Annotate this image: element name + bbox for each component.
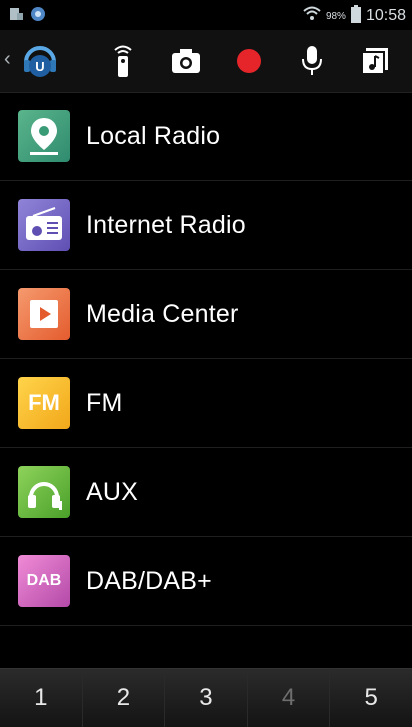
menu-item-dab[interactable]: DAB DAB/DAB+ [0,537,412,626]
preset-button-4[interactable]: 4 [247,669,331,727]
menu-item-media-center[interactable]: Media Center [0,270,412,359]
location-pin-icon [18,110,70,162]
music-library-icon[interactable] [356,42,394,80]
menu-item-label: Local Radio [86,121,221,150]
svg-text:U: U [35,59,44,74]
menu-item-label: AUX [86,477,139,506]
clock: 10:58 [365,7,406,24]
preset-button-1[interactable]: 1 [0,669,83,727]
menu-item-label: Media Center [86,299,239,328]
fm-icon: FM [18,377,70,429]
record-icon[interactable] [230,42,268,80]
toolbar: ‹ U [0,30,412,93]
preset-button-5[interactable]: 5 [330,669,412,727]
remote-icon[interactable] [104,42,142,80]
microphone-icon[interactable] [293,42,331,80]
menu-item-internet-radio[interactable]: Internet Radio [0,181,412,270]
headphones-icon [18,466,70,518]
play-icon [18,288,70,340]
dab-icon-text: DAB [26,572,62,589]
menu-item-label: FM [86,388,123,417]
battery-icon [350,5,361,27]
fm-icon-text: FM [28,390,60,415]
preset-bar: 1 2 3 4 5 [0,668,412,727]
wifi-icon [303,6,321,26]
preset-button-2[interactable]: 2 [82,669,166,727]
camera-icon[interactable] [167,42,205,80]
dab-icon: DAB [18,555,70,607]
menu-item-local-radio[interactable]: Local Radio [0,92,412,181]
menu-item-label: DAB/DAB+ [86,566,212,595]
source-list: Local Radio Internet Radio Media Center … [0,92,412,626]
menu-item-fm[interactable]: FM FM [0,359,412,448]
menu-item-aux[interactable]: AUX [0,448,412,537]
battery-percent: 98% [325,10,346,22]
status-bar: 98% 10:58 [0,0,412,30]
storage-icon [8,6,24,27]
preset-button-3[interactable]: 3 [165,669,248,727]
app-logo-icon[interactable]: U [20,40,60,80]
back-icon[interactable]: ‹ [4,48,11,71]
app-notification-icon [30,6,46,27]
radio-icon [18,199,70,251]
app-screen: 98% 10:58 ‹ U Local Radio Internet Radio… [0,0,412,727]
menu-item-label: Internet Radio [86,210,246,239]
